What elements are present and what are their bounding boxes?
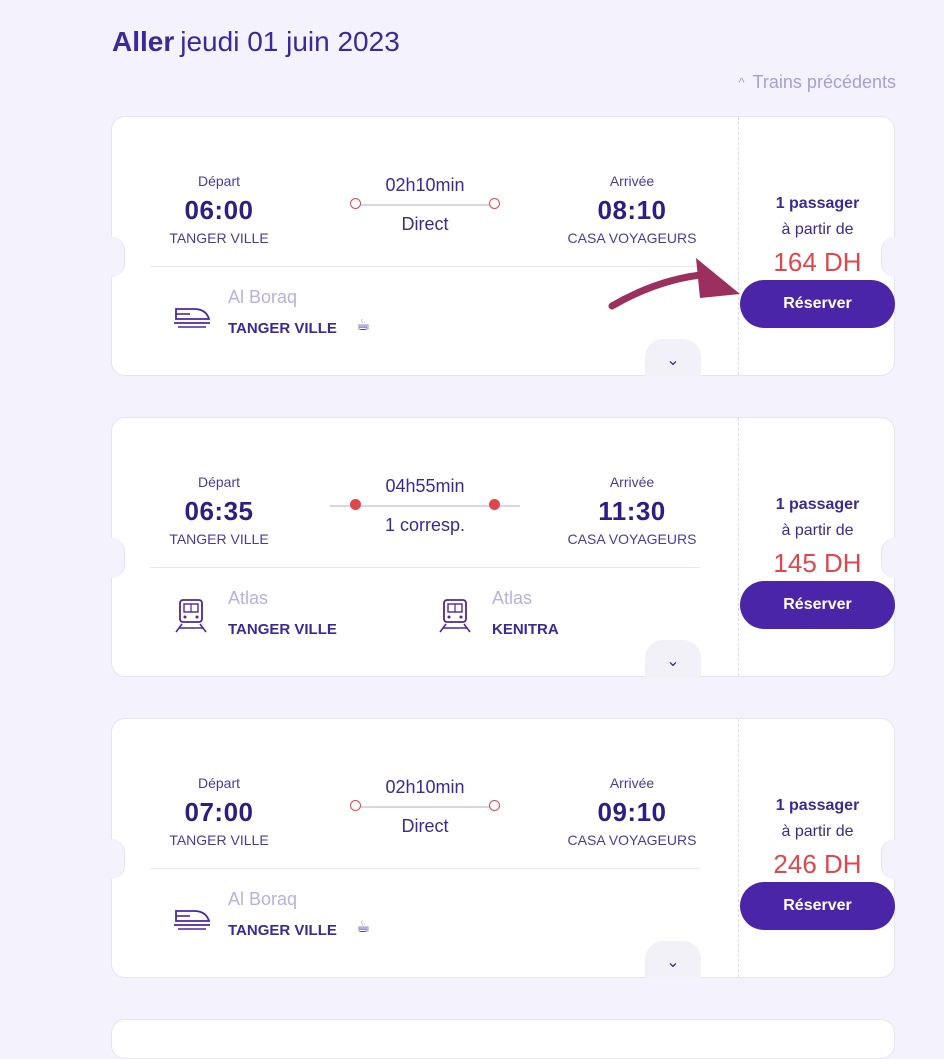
high-speed-train-icon — [174, 910, 211, 930]
passenger-count: 1 passager — [775, 195, 860, 212]
destination-dot — [489, 800, 500, 811]
arrival-block: Arrivée 11:30 CASA VOYAGEURS — [532, 474, 732, 547]
duration: 02h10min — [385, 777, 465, 797]
departure-time: 07:00 — [184, 797, 254, 827]
expand-details-button[interactable]: ⌄ — [645, 640, 701, 678]
chevron-up-icon: ^ — [738, 75, 745, 90]
train-icon — [439, 599, 471, 633]
trip-type: 1 corresp. — [384, 515, 466, 535]
previous-trains-label: Trains précédents — [752, 72, 896, 92]
from-label: à partir de — [781, 823, 854, 840]
destination-dot — [489, 499, 500, 510]
departure-time: 06:35 — [184, 496, 254, 526]
arrival-label: Arrivée — [609, 474, 655, 490]
arrival-station: CASA VOYAGEURS — [567, 832, 697, 848]
destination-dot — [489, 198, 500, 209]
departure-block: Départ 06:35 TANGER VILLE — [119, 474, 319, 547]
train-station: TANGER VILLE — [228, 320, 337, 337]
arrival-time: 09:10 — [597, 797, 667, 827]
price: 145 DH — [773, 548, 862, 578]
price: 246 DH — [773, 849, 862, 879]
reserve-button[interactable]: Réserver — [740, 581, 895, 629]
origin-dot — [350, 499, 361, 510]
reserve-button[interactable]: Réserver — [740, 882, 895, 930]
departure-label: Départ — [197, 173, 241, 189]
departure-block: Départ 07:00 TANGER VILLE — [119, 775, 319, 848]
origin-dot — [350, 198, 361, 209]
arrival-block: Arrivée 08:10 CASA VOYAGEURS — [532, 173, 732, 246]
price: 164 DH — [773, 247, 862, 277]
trip-card: Départ 07:00 TANGER VILLE 02h10min Direc… — [98, 718, 908, 979]
departure-station: TANGER VILLE — [169, 531, 269, 547]
from-label: à partir de — [781, 221, 854, 238]
expand-details-button[interactable]: ⌄ — [645, 339, 701, 377]
route-line — [330, 499, 520, 513]
arrival-time: 11:30 — [598, 496, 666, 526]
departure-label: Départ — [197, 775, 241, 791]
trip-type: Direct — [401, 816, 449, 836]
train-icon — [175, 599, 207, 633]
trip-card: Départ 06:00 TANGER VILLE 02h10min Direc… — [98, 116, 908, 377]
high-speed-train-icon — [174, 308, 211, 328]
train-name: Atlas — [228, 588, 269, 608]
route-line — [350, 198, 500, 212]
train-name: Al Boraq — [228, 889, 298, 909]
arrival-station: CASA VOYAGEURS — [567, 531, 697, 547]
departure-station: TANGER VILLE — [169, 832, 269, 848]
direction-label: Aller — [112, 26, 175, 57]
arrival-station: CASA VOYAGEURS — [567, 230, 697, 246]
arrival-block: Arrivée 09:10 CASA VOYAGEURS — [532, 775, 732, 848]
arrival-label: Arrivée — [609, 173, 655, 189]
train-station: TANGER VILLE — [228, 922, 337, 939]
passenger-count: 1 passager — [775, 496, 860, 513]
coffee-cup-icon: ☕ — [356, 919, 371, 936]
passenger-count: 1 passager — [775, 797, 860, 814]
annotation-arrow-icon — [608, 258, 740, 310]
reserve-button[interactable]: Réserver — [740, 280, 895, 328]
route-summary: 02h10min Direct — [350, 175, 500, 235]
from-label: à partir de — [781, 522, 854, 539]
route-line — [350, 800, 500, 814]
departure-label: Départ — [197, 474, 241, 490]
train-name: Atlas — [492, 588, 533, 608]
coffee-cup-icon: ☕ — [356, 317, 371, 334]
route-summary: 04h55min 1 corresp. — [330, 476, 520, 536]
duration: 04h55min — [385, 476, 465, 496]
train-station: KENITRA — [492, 621, 559, 638]
route-summary: 02h10min Direct — [350, 777, 500, 837]
travel-date: jeudi 01 juin 2023 — [180, 26, 400, 57]
departure-station: TANGER VILLE — [169, 230, 269, 246]
duration: 02h10min — [385, 175, 465, 195]
origin-dot — [350, 800, 361, 811]
trip-card: Départ 06:35 TANGER VILLE 04h55min 1 cor… — [98, 417, 908, 678]
page-title: Aller jeudi 01 juin 2023 — [112, 26, 400, 58]
train-station: TANGER VILLE — [228, 621, 337, 638]
arrival-time: 08:10 — [597, 195, 667, 225]
previous-trains-link[interactable]: ^ Trains précédents — [738, 72, 896, 93]
departure-block: Départ 06:00 TANGER VILLE — [119, 173, 319, 246]
departure-time: 06:00 — [184, 195, 254, 225]
arrival-label: Arrivée — [609, 775, 655, 791]
trip-card-partial — [111, 1019, 895, 1059]
expand-details-button[interactable]: ⌄ — [645, 941, 701, 979]
trip-type: Direct — [401, 214, 449, 234]
train-name: Al Boraq — [228, 287, 298, 307]
